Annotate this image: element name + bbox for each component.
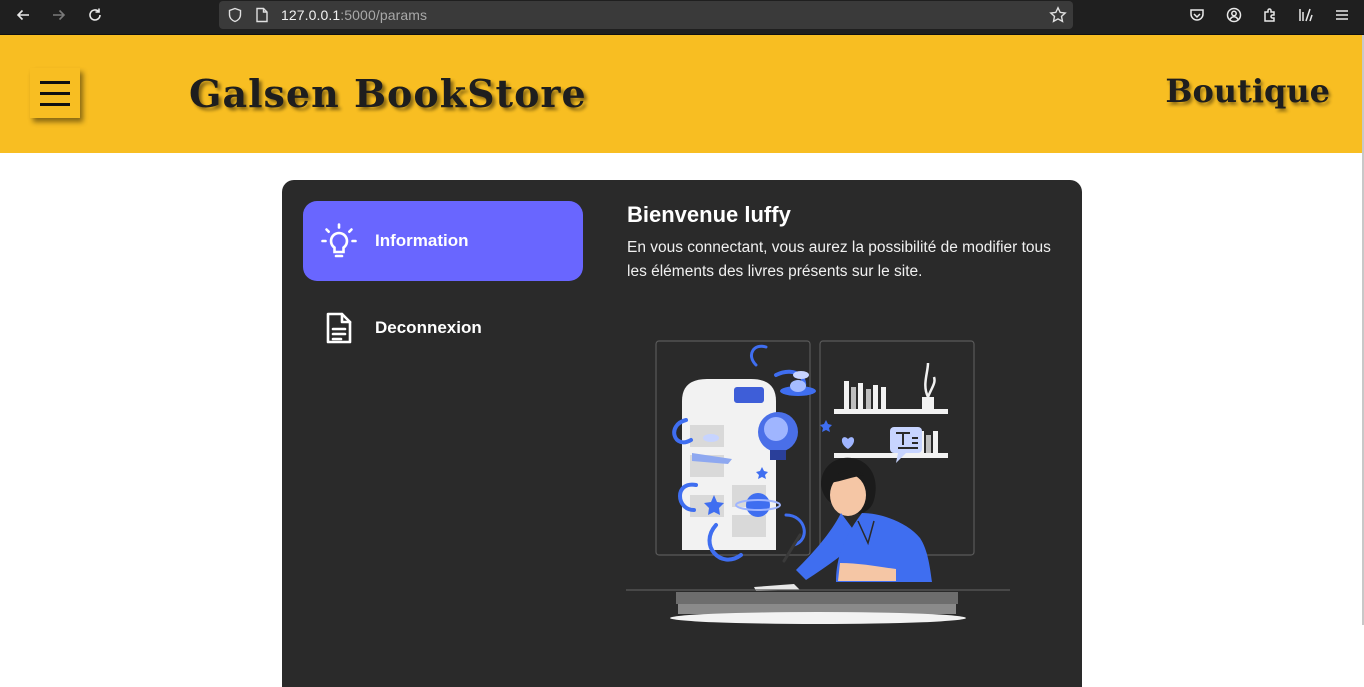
welcome-description: En vous connectant, vous aurez la possib… xyxy=(627,239,1051,280)
welcome-title: Bienvenue luffy xyxy=(627,202,791,227)
menu-bar-icon xyxy=(40,80,70,84)
extensions-icon[interactable] xyxy=(1260,5,1280,25)
lightbulb-icon xyxy=(321,223,357,258)
menu-bar-icon xyxy=(40,91,70,95)
document-icon xyxy=(326,312,352,344)
hamburger-menu-button[interactable] xyxy=(30,68,80,118)
bookmark-star-icon[interactable] xyxy=(1049,6,1067,24)
shield-icon[interactable] xyxy=(227,7,243,23)
woman-writing-illustration xyxy=(626,340,1010,624)
sidebar-item-deconnexion[interactable]: Deconnexion xyxy=(303,288,583,368)
url-path: :5000/params xyxy=(340,7,428,23)
address-bar[interactable]: 127.0.0.1:5000/params xyxy=(219,1,1073,29)
app-menu-icon[interactable] xyxy=(1332,5,1352,25)
sidebar-item-label: Information xyxy=(375,231,469,250)
pocket-icon[interactable] xyxy=(1187,5,1207,25)
sidebar-item-label: Deconnexion xyxy=(375,318,482,337)
sidebar-item-information[interactable]: Information xyxy=(303,201,583,281)
url-text[interactable]: 127.0.0.1:5000/params xyxy=(281,7,427,23)
reload-icon[interactable] xyxy=(80,3,110,27)
site-header: Galsen BookStore Boutique xyxy=(0,35,1362,153)
back-icon[interactable] xyxy=(8,3,38,27)
page-icon xyxy=(256,7,268,23)
url-host: 127.0.0.1 xyxy=(281,7,341,23)
shop-link[interactable]: Boutique xyxy=(1165,72,1330,110)
settings-panel: Information Deconnexion Bienvenue luffy … xyxy=(282,180,1082,687)
site-logo-title[interactable]: Galsen BookStore xyxy=(189,71,587,116)
reader-view-icon[interactable] xyxy=(1296,5,1316,25)
browser-toolbar: 127.0.0.1:5000/params xyxy=(0,0,1364,35)
menu-bar-icon xyxy=(40,102,70,106)
forward-icon[interactable] xyxy=(44,3,74,27)
account-icon[interactable] xyxy=(1224,5,1244,25)
